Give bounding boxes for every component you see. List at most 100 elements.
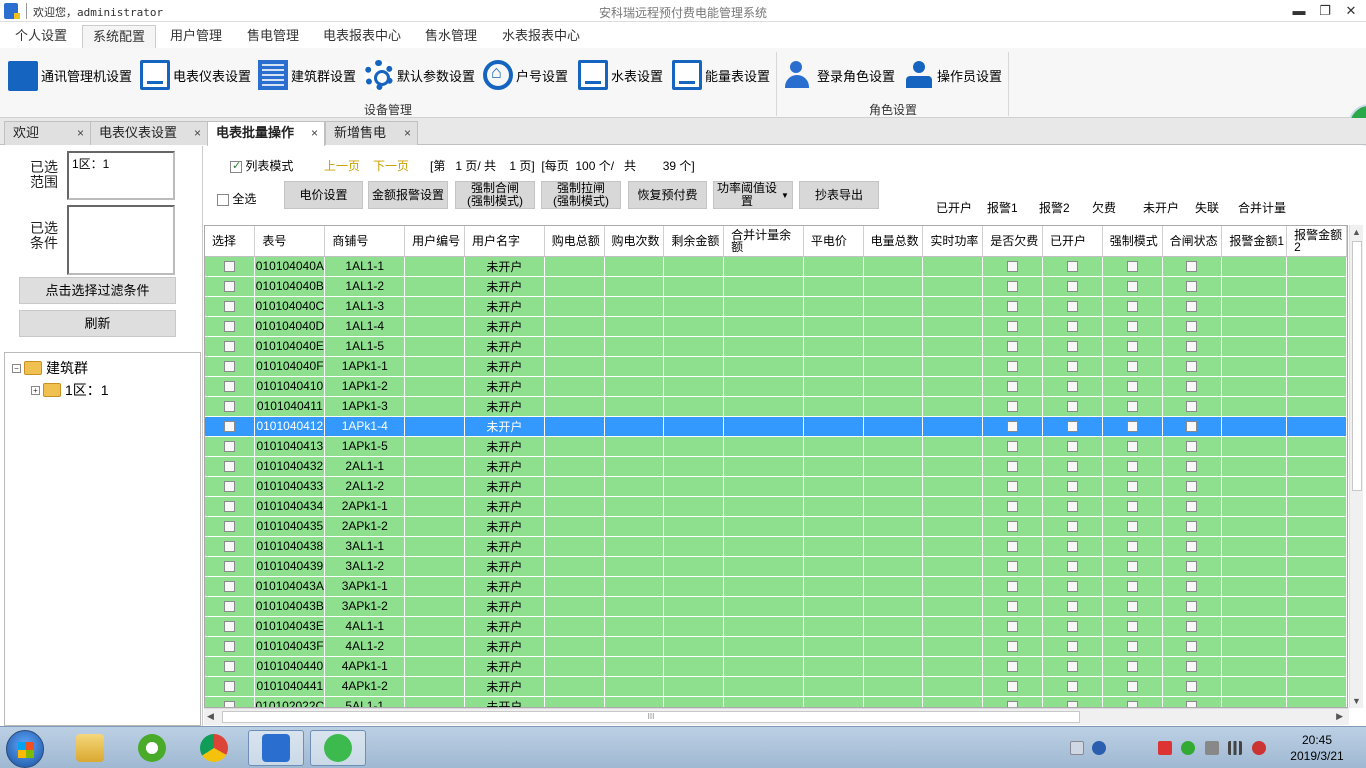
row-checkbox[interactable] xyxy=(1186,301,1198,313)
row-checkbox[interactable] xyxy=(1126,501,1138,513)
power-threshold-dropdown[interactable]: 功率阈值设 置 ▼ xyxy=(713,181,793,209)
list-mode-checkbox[interactable] xyxy=(230,159,242,173)
column-header[interactable]: 用户编号 xyxy=(404,226,465,257)
column-header[interactable]: 实时功率 xyxy=(922,226,984,257)
table-row[interactable]: 010104043E 4AL1-1 未开户 xyxy=(205,616,1347,637)
price-settings-button[interactable]: 电价设置 xyxy=(284,181,363,209)
row-checkbox[interactable] xyxy=(1007,321,1019,333)
row-checkbox[interactable] xyxy=(1186,501,1198,513)
row-checkbox[interactable] xyxy=(1066,461,1078,473)
table-row[interactable]: 010104040B 1AL1-2 未开户 xyxy=(205,276,1347,297)
menu-system-config[interactable]: 系统配置 xyxy=(82,25,157,48)
water-meter-settings-button[interactable]: 水表设置 xyxy=(578,58,663,92)
row-checkbox[interactable] xyxy=(1007,421,1019,433)
table-row[interactable]: 010104040A 1AL1-1 未开户 xyxy=(205,256,1347,277)
column-header[interactable]: 是否欠费 xyxy=(982,226,1043,257)
row-checkbox[interactable] xyxy=(224,401,236,413)
row-checkbox[interactable] xyxy=(1066,641,1078,653)
vertical-scrollbar[interactable]: ▲ ▼ xyxy=(1349,225,1363,708)
row-checkbox[interactable] xyxy=(1007,381,1019,393)
row-checkbox[interactable] xyxy=(1066,261,1078,273)
row-checkbox[interactable] xyxy=(224,601,236,613)
horizontal-scrollbar[interactable]: ◀ III ▶ xyxy=(204,708,1349,725)
security-icon[interactable] xyxy=(1181,741,1195,755)
column-header[interactable]: 电量总数 xyxy=(863,226,924,257)
row-checkbox[interactable] xyxy=(1186,601,1198,613)
row-checkbox[interactable] xyxy=(1126,521,1138,533)
row-checkbox[interactable] xyxy=(1186,481,1198,493)
row-checkbox[interactable] xyxy=(1066,621,1078,633)
scroll-down-icon[interactable]: ▼ xyxy=(1352,696,1361,706)
row-checkbox[interactable] xyxy=(1186,401,1198,413)
row-checkbox[interactable] xyxy=(1186,321,1198,333)
keyboard-icon[interactable] xyxy=(1070,741,1084,755)
row-checkbox[interactable] xyxy=(1126,601,1138,613)
row-checkbox[interactable] xyxy=(1186,341,1198,353)
row-checkbox[interactable] xyxy=(1186,701,1198,707)
row-checkbox[interactable] xyxy=(1126,281,1138,293)
row-checkbox[interactable] xyxy=(1186,661,1198,673)
row-checkbox[interactable] xyxy=(1186,681,1198,693)
row-checkbox[interactable] xyxy=(1186,621,1198,633)
row-checkbox[interactable] xyxy=(1126,621,1138,633)
amount-alarm-settings-button[interactable]: 金额报警设置 xyxy=(368,181,448,209)
restore-prepaid-button[interactable]: 恢复预付费 xyxy=(628,181,707,209)
comm-manager-settings-button[interactable]: 通讯管理机设置 xyxy=(8,58,132,92)
row-checkbox[interactable] xyxy=(1007,461,1019,473)
household-settings-button[interactable]: 户号设置 xyxy=(483,58,568,92)
row-checkbox[interactable] xyxy=(1007,441,1019,453)
tab-welcome[interactable]: 欢迎 × xyxy=(4,121,91,145)
row-checkbox[interactable] xyxy=(1066,341,1078,353)
row-checkbox[interactable] xyxy=(1066,581,1078,593)
row-checkbox[interactable] xyxy=(224,281,236,293)
column-header[interactable]: 报警金额1 xyxy=(1221,226,1288,257)
row-checkbox[interactable] xyxy=(1066,701,1078,707)
row-checkbox[interactable] xyxy=(1066,281,1078,293)
refresh-button[interactable]: 刷新 xyxy=(19,310,176,337)
row-checkbox[interactable] xyxy=(1126,341,1138,353)
taskbar-ie[interactable] xyxy=(124,730,180,766)
horizontal-scroll-thumb[interactable]: III xyxy=(222,711,1080,723)
select-filter-button[interactable]: 点击选择过滤条件 xyxy=(19,277,176,304)
menu-water-reports[interactable]: 水表报表中心 xyxy=(492,25,590,48)
force-close-button[interactable]: 强制合闸 (强制模式) xyxy=(455,181,535,209)
row-checkbox[interactable] xyxy=(1007,281,1019,293)
row-checkbox[interactable] xyxy=(1126,461,1138,473)
table-row[interactable]: 0101040410 1APk1-2 未开户 xyxy=(205,376,1347,397)
row-checkbox[interactable] xyxy=(1007,641,1019,653)
column-header[interactable]: 购电次数 xyxy=(604,226,665,257)
row-checkbox[interactable] xyxy=(224,301,236,313)
row-checkbox[interactable] xyxy=(1066,321,1078,333)
row-checkbox[interactable] xyxy=(1126,701,1138,707)
expand-icon[interactable]: + xyxy=(31,385,40,395)
table-row[interactable]: 010104040E 1AL1-5 未开户 xyxy=(205,336,1347,357)
collapse-icon[interactable]: − xyxy=(12,363,21,373)
column-header[interactable]: 平电价 xyxy=(803,226,864,257)
row-checkbox[interactable] xyxy=(1186,441,1198,453)
row-checkbox[interactable] xyxy=(1066,601,1078,613)
row-checkbox[interactable] xyxy=(224,581,236,593)
row-checkbox[interactable] xyxy=(1126,681,1138,693)
device-icon[interactable] xyxy=(1205,741,1219,755)
clock[interactable]: 20:45 2019/3/21 xyxy=(1282,732,1352,764)
table-row[interactable]: 0101040435 2APk1-2 未开户 xyxy=(205,516,1347,537)
row-checkbox[interactable] xyxy=(1066,541,1078,553)
row-checkbox[interactable] xyxy=(1186,421,1198,433)
select-all-toggle[interactable]: 全选 xyxy=(217,190,256,207)
selected-range-box[interactable]: 1区：1 xyxy=(67,151,175,200)
row-checkbox[interactable] xyxy=(1007,341,1019,353)
row-checkbox[interactable] xyxy=(1126,481,1138,493)
row-checkbox[interactable] xyxy=(1066,681,1078,693)
table-row[interactable]: 0101040441 4APk1-2 未开户 xyxy=(205,676,1347,697)
start-button[interactable] xyxy=(6,730,44,768)
column-header[interactable]: 合并计量余额 xyxy=(723,226,804,257)
scroll-right-icon[interactable]: ▶ xyxy=(1336,711,1343,722)
operator-settings-button[interactable]: 操作员设置 xyxy=(904,58,1002,92)
row-checkbox[interactable] xyxy=(1066,481,1078,493)
row-checkbox[interactable] xyxy=(1007,621,1019,633)
row-checkbox[interactable] xyxy=(1126,661,1138,673)
row-checkbox[interactable] xyxy=(1066,501,1078,513)
prev-page-link[interactable]: 上一页 xyxy=(324,157,360,174)
column-header[interactable]: 剩余金额 xyxy=(663,226,725,257)
taskbar-chrome[interactable] xyxy=(186,730,242,766)
